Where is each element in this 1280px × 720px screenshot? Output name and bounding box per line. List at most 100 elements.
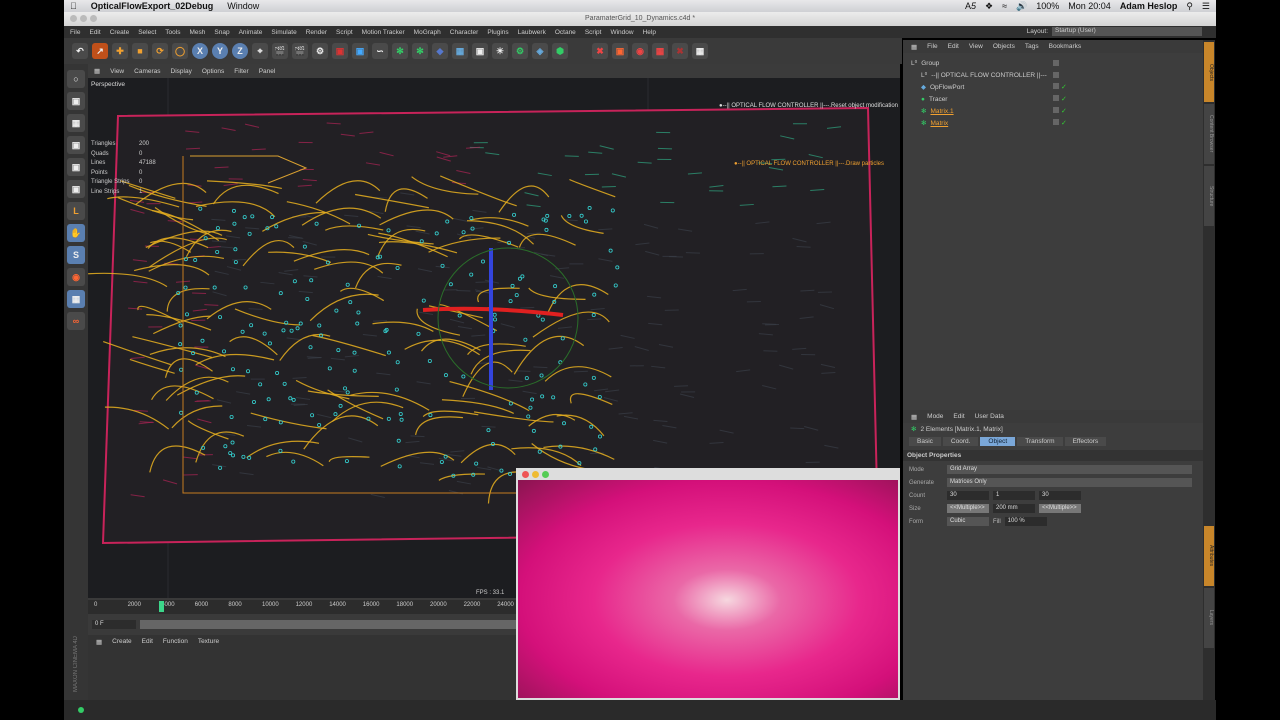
python-icon[interactable]: ◈ [532,43,548,59]
rotate-icon[interactable]: ⟳ [152,43,168,59]
move-icon[interactable]: ✚ [112,43,128,59]
battery-status[interactable]: 100% [1036,1,1059,11]
undo-button[interactable]: ↶ [72,43,88,59]
dropbox-icon[interactable]: ❖ [985,1,993,12]
playhead[interactable] [158,601,164,612]
count-y-field[interactable]: 1 [993,491,1035,500]
object-row[interactable]: L⁰ --|| OPTICAL FLOW CONTROLLER ||--- [903,69,1203,81]
user-name[interactable]: Adam Heslop [1120,1,1178,11]
record-icon[interactable]: ▣ [332,43,348,59]
camera-icon[interactable]: ▣ [472,43,488,59]
light-icon[interactable]: ☀ [492,43,508,59]
tab-transform[interactable]: Transform [1017,437,1063,446]
spotlight-icon[interactable]: ⚲ [1186,1,1193,12]
window-menu[interactable]: Window [227,1,259,11]
object-row[interactable]: ● Tracer ✓ [903,93,1203,105]
tab-object[interactable]: Object [980,437,1016,446]
clock[interactable]: Mon 20:04 [1068,1,1111,11]
menu-character[interactable]: Character [450,29,479,36]
menu-motion-tracker[interactable]: Motion Tracker [362,29,405,36]
object-flags[interactable]: ✓ [1053,95,1067,103]
recent-tool-icon[interactable]: ◯ [172,43,188,59]
viewport-menu-view[interactable]: View [110,68,124,75]
make-editable-icon[interactable]: ○ [67,70,85,88]
tweak-icon[interactable]: ✋ [67,224,85,242]
viewport-menu-filter[interactable]: Filter [234,68,248,75]
preview-minimize-button[interactable] [532,471,539,478]
viewport-menu-panel[interactable]: Panel [259,68,276,75]
form-select[interactable]: Cubic [947,517,989,526]
zoom-button[interactable] [90,15,97,22]
minimize-button[interactable] [80,15,87,22]
points-mode-icon[interactable]: ▣ [67,136,85,154]
side-tab-structure[interactable]: Structure [1204,166,1214,226]
object-flags[interactable] [1053,60,1059,66]
z-axis-button[interactable]: Z [232,43,248,59]
object-menu-edit[interactable]: Edit [948,43,959,50]
size-z-field[interactable]: <<Multiple>> [1039,504,1081,513]
snap-icon[interactable]: S [67,246,85,264]
x-axis-button[interactable]: X [192,43,208,59]
menu-edit[interactable]: Edit [89,29,100,36]
tab-coord[interactable]: Coord. [942,437,979,446]
attribute-menu-mode[interactable]: Mode [927,413,943,420]
material-menu-function[interactable]: Function [163,638,188,645]
lock-workplane-icon[interactable]: ▦ [67,290,85,308]
object-menu-file[interactable]: File [927,43,937,50]
floor-icon[interactable]: ▦ [452,43,468,59]
render-picture-icon[interactable]: 🎬 [292,43,308,59]
object-flags[interactable]: ✓ [1053,107,1067,115]
menu-plugins[interactable]: Plugins [487,29,508,36]
live-select-icon[interactable]: ↗ [92,43,108,59]
spline-icon[interactable]: ∽ [372,43,388,59]
menu-snap[interactable]: Snap [214,29,229,36]
menu-script[interactable]: Script [336,29,353,36]
optical-flow-preview-window[interactable] [516,468,900,700]
preview-zoom-button[interactable] [542,471,549,478]
menu-tools[interactable]: Tools [165,29,180,36]
render-settings-icon[interactable]: ⚙ [312,43,328,59]
attribute-menu-user-data[interactable]: User Data [975,413,1004,420]
menu-render[interactable]: Render [306,29,327,36]
tab-effectors[interactable]: Effectors [1064,437,1107,446]
material-menu-edit[interactable]: Edit [142,638,153,645]
timeline-ruler[interactable]: 0 2000 4000 6000 8000 10000 12000 14000 16000 180… [88,600,516,614]
viewport-menu-options[interactable]: Options [202,68,224,75]
volume-icon[interactable]: 🔊 [1016,1,1027,12]
plugin-icon[interactable]: ✖ [592,43,608,59]
menu-select[interactable]: Select [138,29,156,36]
close-button[interactable] [70,15,77,22]
menu-laubwerk[interactable]: Laubwerk [518,29,546,36]
side-tab-objects[interactable]: Objects [1204,42,1214,102]
menu-script[interactable]: Script [585,29,602,36]
object-row[interactable]: ✻ Matrix ✓ [903,117,1203,129]
array-icon[interactable]: ✻ [412,43,428,59]
side-tab-attributes[interactable]: Attributes [1204,526,1214,586]
fill-field[interactable]: 100 % [1004,517,1047,526]
object-row[interactable]: ✻ Matrix.1 ✓ [903,105,1203,117]
object-name[interactable]: OpFlowPort [930,84,964,91]
scale-icon[interactable]: ■ [132,43,148,59]
object-row[interactable]: ◆ OpFlowPort ✓ [903,81,1203,93]
viewport-menu-display[interactable]: Display [171,68,192,75]
menu-mograph[interactable]: MoGraph [414,29,441,36]
menu-file[interactable]: File [70,29,80,36]
menu-create[interactable]: Create [110,29,130,36]
count-z-field[interactable]: 30 [1039,491,1081,500]
tab-basic[interactable]: Basic [909,437,941,446]
material-menu-texture[interactable]: Texture [198,638,219,645]
apple-icon[interactable]:  [70,1,77,11]
object-flags[interactable]: ✓ [1053,83,1067,91]
object-menu-bookmarks[interactable]: Bookmarks [1049,43,1082,50]
side-tab-layers[interactable]: Layers [1204,588,1214,648]
render-view-icon[interactable]: 🎬 [272,43,288,59]
object-name[interactable]: Matrix [930,120,948,127]
adobe-icon[interactable]: A5 [965,1,976,11]
side-tab-content-browser[interactable]: Content Browser [1204,104,1214,164]
cloner-icon[interactable]: ⬢ [552,43,568,59]
notification-icon[interactable]: ☰ [1202,1,1210,12]
edges-mode-icon[interactable]: ▣ [67,158,85,176]
app-menu[interactable]: OpticalFlowExport_02Debug [91,1,214,11]
cube-icon[interactable]: ▣ [352,43,368,59]
axis-icon[interactable]: L [67,202,85,220]
